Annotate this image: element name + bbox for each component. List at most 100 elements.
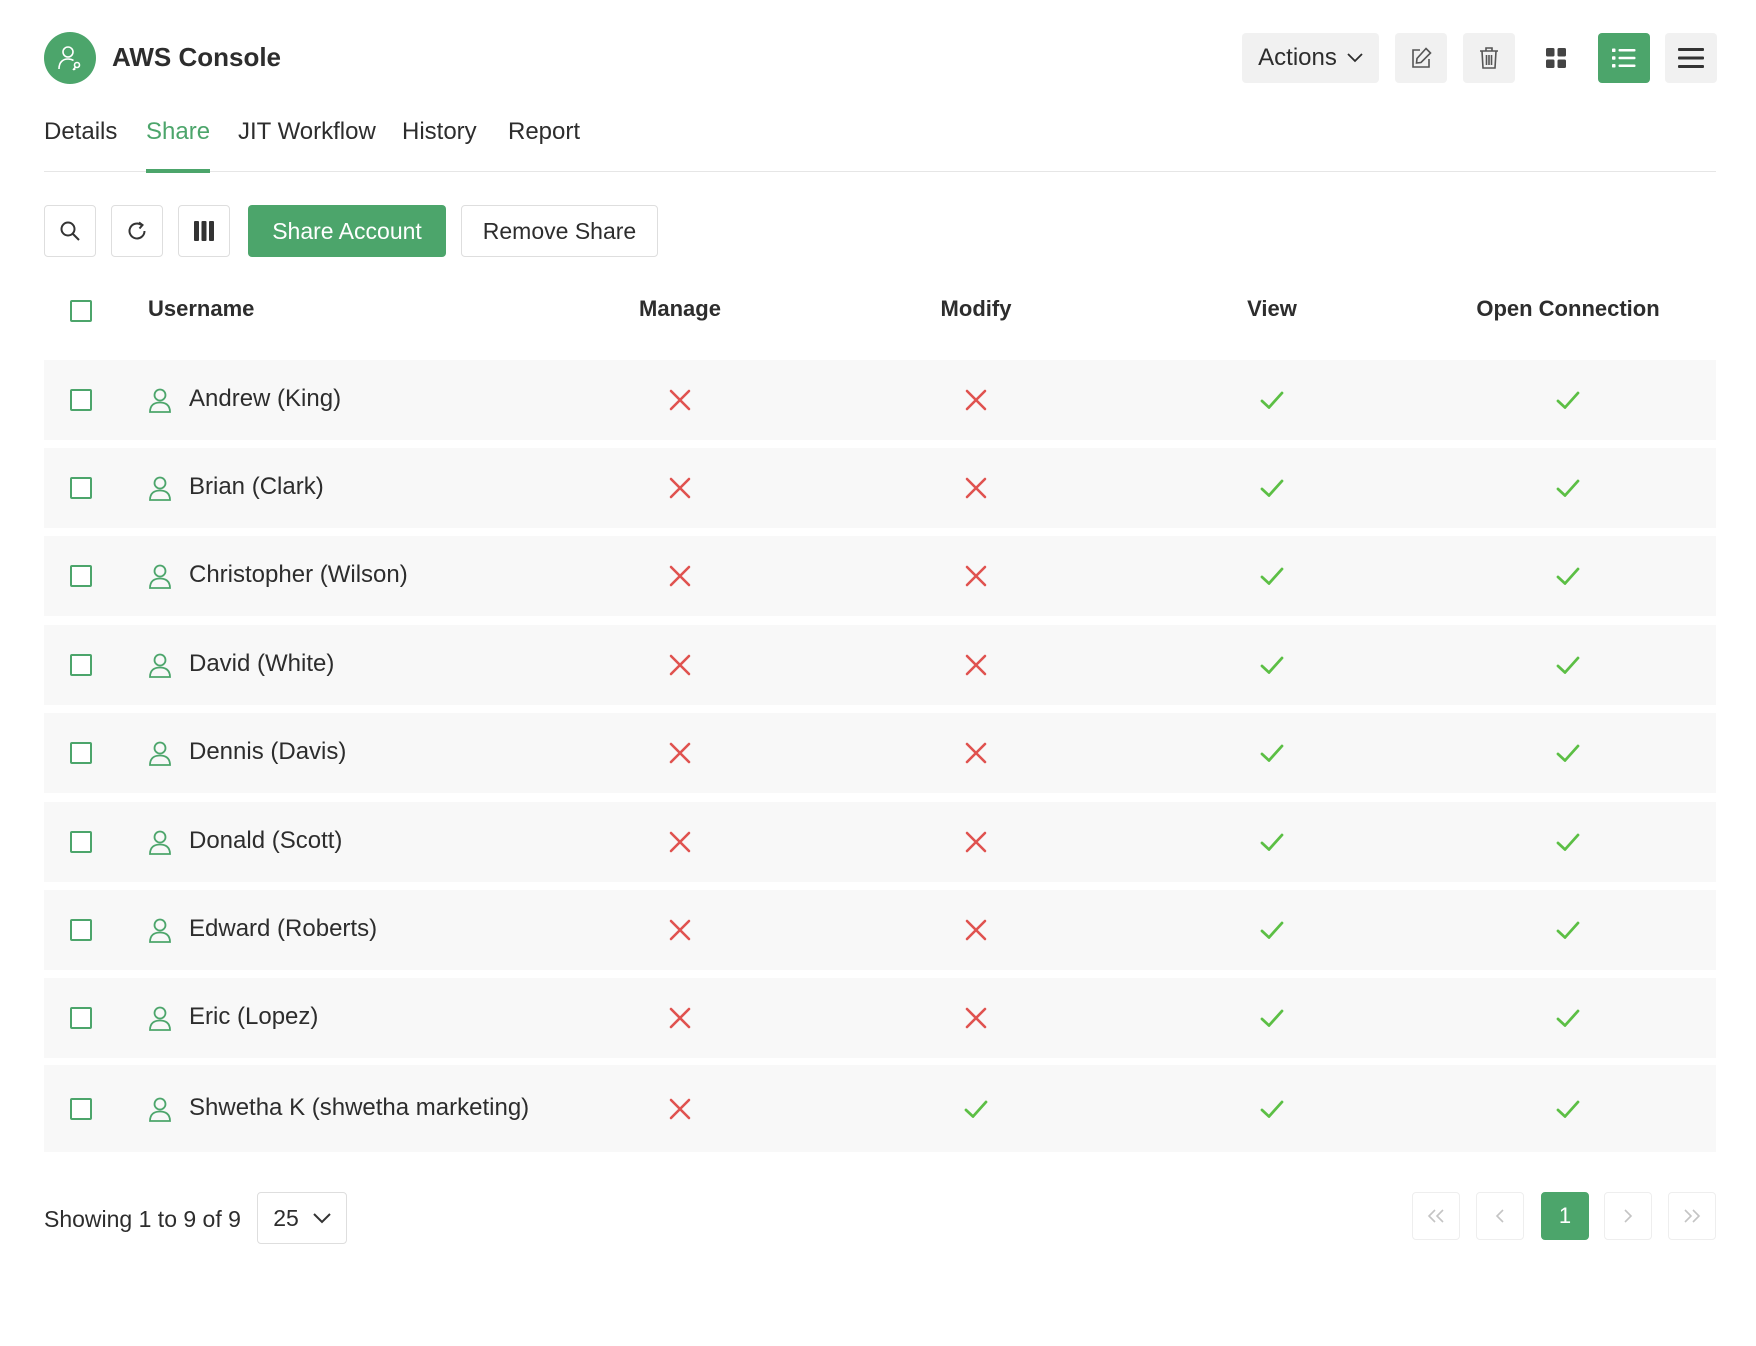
- refresh-icon: [128, 221, 146, 240]
- table-row[interactable]: Andrew (King): [44, 360, 1716, 440]
- edit-button[interactable]: [1395, 33, 1447, 83]
- row-checkbox[interactable]: [70, 654, 92, 676]
- check-icon: [1555, 917, 1581, 943]
- grid-view-button[interactable]: [1530, 33, 1582, 83]
- app-header: AWS Console Actions: [44, 30, 1717, 86]
- row-checkbox[interactable]: [70, 389, 92, 411]
- username-cell: Andrew (King): [189, 385, 342, 412]
- column-header-open-connection[interactable]: Open Connection: [1476, 296, 1659, 322]
- search-button[interactable]: [44, 205, 96, 257]
- row-checkbox[interactable]: [70, 1097, 92, 1120]
- username-cell: Dennis (Davis): [189, 738, 347, 765]
- last-page-button[interactable]: [1668, 1192, 1716, 1240]
- chevron-right-icon: [1624, 1209, 1633, 1223]
- delete-button[interactable]: [1463, 33, 1515, 83]
- column-header-username[interactable]: Username: [148, 296, 254, 322]
- check-icon: [1259, 475, 1285, 501]
- check-icon: [1259, 740, 1285, 766]
- page-size-value: 25: [273, 1204, 299, 1231]
- user-icon: [148, 1096, 172, 1127]
- column-header-view[interactable]: View: [1247, 296, 1297, 322]
- username-cell: Donald (Scott): [189, 827, 343, 854]
- user-key-icon: [44, 32, 96, 84]
- page-title: AWS Console: [112, 42, 282, 72]
- table-row[interactable]: Donald (Scott): [44, 802, 1716, 882]
- tab-report[interactable]: Report: [508, 118, 580, 172]
- cross-icon: [963, 917, 989, 943]
- check-icon: [1259, 387, 1285, 413]
- column-header-manage[interactable]: Manage: [639, 296, 721, 322]
- tab-details[interactable]: Details: [44, 118, 117, 172]
- username-cell: Christopher (Wilson): [189, 561, 408, 588]
- chevron-down-icon: [1347, 53, 1363, 63]
- results-count: Showing 1 to 9 of 9: [44, 1206, 241, 1232]
- user-icon: [148, 652, 172, 683]
- table-row[interactable]: Edward (Roberts): [44, 890, 1716, 970]
- check-icon: [1555, 1096, 1581, 1122]
- cross-icon: [963, 740, 989, 766]
- user-icon: [148, 740, 172, 771]
- cross-icon: [963, 475, 989, 501]
- cross-icon: [667, 1096, 693, 1122]
- table-row[interactable]: David (White): [44, 625, 1716, 705]
- table-footer: Showing 1 to 9 of 9 25 1: [44, 1192, 1716, 1244]
- table-row[interactable]: Brian (Clark): [44, 448, 1716, 528]
- double-chevron-right-icon: [1684, 1209, 1701, 1223]
- page-size-select[interactable]: 25: [257, 1192, 347, 1244]
- tab-history[interactable]: History: [402, 118, 477, 172]
- actions-dropdown[interactable]: Actions: [1242, 33, 1379, 83]
- share-account-button[interactable]: Share Account: [248, 205, 446, 257]
- username-cell: Brian (Clark): [189, 473, 324, 500]
- tab-jit-workflow[interactable]: JIT Workflow: [238, 118, 376, 172]
- row-checkbox[interactable]: [70, 919, 92, 941]
- cross-icon: [667, 829, 693, 855]
- double-chevron-left-icon: [1427, 1209, 1444, 1223]
- column-header-modify[interactable]: Modify: [941, 296, 1012, 322]
- check-icon: [1555, 475, 1581, 501]
- cross-icon: [963, 1005, 989, 1031]
- user-icon: [148, 1005, 172, 1036]
- user-icon: [148, 387, 172, 418]
- table-row[interactable]: Shwetha K (shwetha marketing): [44, 1065, 1716, 1152]
- row-checkbox[interactable]: [70, 742, 92, 764]
- cross-icon: [667, 563, 693, 589]
- row-checkbox[interactable]: [70, 565, 92, 587]
- edit-icon: [1412, 47, 1432, 68]
- table-row[interactable]: Eric (Lopez): [44, 978, 1716, 1058]
- remove-share-button[interactable]: Remove Share: [461, 205, 658, 257]
- tab-share[interactable]: Share: [146, 118, 211, 173]
- check-icon: [1259, 1005, 1285, 1031]
- list-view-icon: [1612, 48, 1636, 68]
- page-button-current[interactable]: 1: [1541, 1192, 1589, 1240]
- columns-button[interactable]: [178, 205, 230, 257]
- cross-icon: [667, 1005, 693, 1031]
- username-cell: Shwetha K (shwetha marketing): [189, 1093, 530, 1121]
- row-checkbox[interactable]: [70, 1007, 92, 1029]
- cross-icon: [963, 387, 989, 413]
- check-icon: [1555, 563, 1581, 589]
- cross-icon: [667, 652, 693, 678]
- next-page-button[interactable]: [1604, 1192, 1652, 1240]
- first-page-button[interactable]: [1412, 1192, 1460, 1240]
- user-icon: [148, 829, 172, 860]
- table-row[interactable]: Christopher (Wilson): [44, 536, 1716, 616]
- check-icon: [1259, 563, 1285, 589]
- user-icon: [148, 563, 172, 594]
- select-all-checkbox[interactable]: [70, 300, 92, 322]
- check-icon: [1555, 740, 1581, 766]
- chevron-left-icon: [1495, 1209, 1504, 1223]
- hamburger-menu-button[interactable]: [1665, 33, 1717, 83]
- refresh-button[interactable]: [111, 205, 163, 257]
- cross-icon: [667, 740, 693, 766]
- row-checkbox[interactable]: [70, 831, 92, 853]
- grid-view-icon: [1546, 48, 1566, 68]
- cross-icon: [667, 387, 693, 413]
- previous-page-button[interactable]: [1476, 1192, 1524, 1240]
- list-view-button[interactable]: [1598, 33, 1650, 83]
- check-icon: [1555, 387, 1581, 413]
- chevron-down-icon: [313, 1212, 331, 1223]
- row-checkbox[interactable]: [70, 477, 92, 499]
- check-icon: [1259, 917, 1285, 943]
- user-icon: [148, 917, 172, 948]
- table-row[interactable]: Dennis (Davis): [44, 713, 1716, 793]
